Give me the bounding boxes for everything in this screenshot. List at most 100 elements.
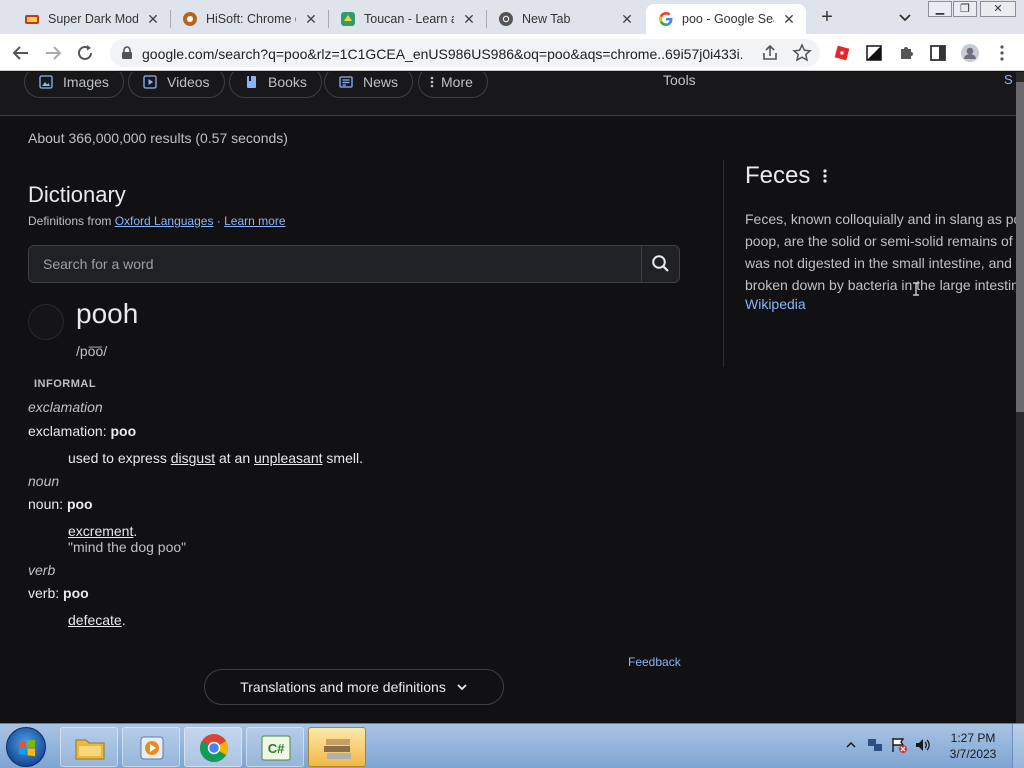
- pos-headword: poo: [110, 423, 137, 439]
- linked-word[interactable]: defecate: [68, 612, 122, 628]
- more-vert-icon: [430, 76, 434, 88]
- tab-new-tab[interactable]: New Tab ✕: [486, 4, 644, 34]
- chevron-down-icon[interactable]: [896, 8, 914, 26]
- taskbar-stacked-app[interactable]: [308, 727, 366, 767]
- lock-icon[interactable]: [120, 46, 134, 60]
- url-text[interactable]: google.com/search?q=poo&rlz=1C1GCEA_enUS…: [142, 46, 742, 62]
- definition-text: .: [133, 523, 138, 539]
- description-line: was not digested in the small intestine,…: [745, 255, 1012, 271]
- definition-text: smell.: [322, 450, 363, 466]
- search-type-tabs: Images Videos Books News More Tools S: [0, 72, 1016, 116]
- search-icon: [652, 255, 669, 272]
- tab-label: More: [441, 74, 473, 90]
- tab-hisoft[interactable]: HiSoft: Chrome ex ✕: [170, 4, 328, 34]
- stacked-books-icon: [324, 739, 351, 759]
- close-icon[interactable]: ✕: [302, 10, 320, 28]
- definition: defecate.: [68, 612, 126, 628]
- dictionary-source: Definitions from Oxford Languages · Lear…: [28, 214, 286, 228]
- dictionary-search-input[interactable]: [29, 246, 641, 282]
- browser-toolbar: google.com/search?q=poo&rlz=1C1GCEA_enUS…: [0, 34, 1024, 71]
- close-icon[interactable]: ✕: [144, 10, 162, 28]
- definition-text: at an: [215, 450, 255, 466]
- dark-mode-extension-icon[interactable]: [864, 43, 884, 63]
- dictionary-search-button[interactable]: [641, 246, 680, 282]
- reload-icon[interactable]: [74, 42, 96, 64]
- pos-headword: poo: [63, 585, 89, 601]
- pos-label: verb:: [28, 585, 64, 601]
- tab-google-search[interactable]: poo - Google Sea ✕: [646, 4, 806, 34]
- start-button[interactable]: [6, 727, 46, 767]
- taskbar-file-explorer[interactable]: [60, 727, 118, 767]
- pronunciation-audio-button[interactable]: [28, 304, 64, 340]
- dictionary-title: Dictionary: [28, 182, 126, 207]
- show-desktop-button[interactable]: [1012, 724, 1024, 768]
- clock-time: 1:27 PM: [950, 731, 996, 745]
- tab-more[interactable]: More: [418, 72, 488, 98]
- close-icon[interactable]: ✕: [460, 10, 478, 28]
- taskbar-chrome[interactable]: [184, 727, 242, 767]
- menu-dots-icon[interactable]: [992, 43, 1012, 63]
- search-results-page: Images Videos Books News More Tools S Ab…: [0, 72, 1016, 723]
- google-icon: [659, 12, 673, 26]
- address-bar[interactable]: google.com/search?q=poo&rlz=1C1GCEA_enUS…: [110, 39, 820, 67]
- news-icon: [339, 76, 353, 88]
- restore-button[interactable]: ❐: [953, 1, 977, 17]
- new-tab-button[interactable]: +: [816, 6, 838, 28]
- tab-images[interactable]: Images: [24, 72, 124, 98]
- close-window-button[interactable]: ✕: [980, 1, 1016, 17]
- tools-button[interactable]: Tools: [663, 72, 696, 88]
- knowledge-panel-title: Feces: [745, 162, 811, 189]
- taskbar-media-player[interactable]: [122, 727, 180, 767]
- tab-videos[interactable]: Videos: [128, 72, 225, 98]
- tab-toucan[interactable]: Toucan - Learn a ✕: [328, 4, 486, 34]
- more-vert-icon[interactable]: [818, 166, 832, 186]
- side-panel-icon[interactable]: [928, 43, 948, 63]
- definition-text: used to express: [68, 450, 171, 466]
- linked-word[interactable]: unpleasant: [254, 450, 323, 466]
- forward-arrow-icon[interactable]: [42, 42, 64, 64]
- network-icon[interactable]: [866, 736, 884, 754]
- back-arrow-icon[interactable]: [10, 42, 32, 64]
- part-of-speech: noun: [28, 473, 60, 489]
- clock-date: 3/7/2023: [949, 747, 997, 761]
- action-center-flag-icon[interactable]: [890, 736, 908, 754]
- wikipedia-link[interactable]: Wikipedia: [745, 296, 806, 312]
- roblox-extension-icon[interactable]: [832, 43, 852, 63]
- translations-button[interactable]: Translations and more definitions: [204, 669, 504, 705]
- tab-label: New Tab: [522, 12, 571, 26]
- close-icon[interactable]: ✕: [618, 10, 636, 28]
- share-icon[interactable]: [760, 43, 780, 63]
- linked-word[interactable]: excrement: [68, 523, 133, 539]
- tab-label: poo - Google Sea: [682, 12, 774, 26]
- tab-books[interactable]: Books: [229, 72, 322, 98]
- volume-icon[interactable]: [914, 736, 932, 754]
- scrollbar-thumb[interactable]: [1016, 82, 1024, 412]
- result-stats: About 366,000,000 results (0.57 seconds): [28, 130, 288, 146]
- puzzle-icon[interactable]: [896, 43, 916, 63]
- pos-headword-line: exclamation: poo: [28, 423, 136, 439]
- pos-headword: poo: [66, 496, 93, 512]
- source-prefix: Definitions from: [28, 214, 115, 228]
- super-dark-mode-icon: [25, 15, 39, 24]
- system-clock[interactable]: 1:27 PM 3/7/2023: [940, 730, 1006, 762]
- pos-headword-line: noun: poo: [28, 496, 93, 512]
- chevron-up-icon[interactable]: [846, 740, 856, 750]
- knowledge-panel-description: Feces, known colloquially and in slang a…: [745, 208, 1016, 296]
- taskbar-csharp-editor[interactable]: C#: [246, 727, 304, 767]
- book-icon: [247, 76, 256, 88]
- minimize-button[interactable]: ▁: [928, 1, 952, 17]
- feedback-link[interactable]: Feedback: [628, 655, 681, 669]
- hisoft-icon: [183, 12, 197, 26]
- tab-super-dark-mode[interactable]: Super Dark Mode ✕: [12, 4, 170, 34]
- dictionary-search-box: [28, 245, 680, 283]
- learn-more-link[interactable]: Learn more: [224, 214, 285, 228]
- safesearch-link[interactable]: S: [1004, 72, 1013, 87]
- oxford-languages-link[interactable]: Oxford Languages: [115, 214, 214, 228]
- profile-avatar-icon[interactable]: [960, 43, 980, 63]
- usage-example: "mind the dog poo": [68, 539, 187, 555]
- tab-news[interactable]: News: [324, 72, 414, 98]
- chrome-icon: [499, 12, 513, 26]
- close-icon[interactable]: ✕: [780, 10, 798, 28]
- linked-word[interactable]: disgust: [171, 450, 215, 466]
- star-icon[interactable]: [792, 43, 812, 63]
